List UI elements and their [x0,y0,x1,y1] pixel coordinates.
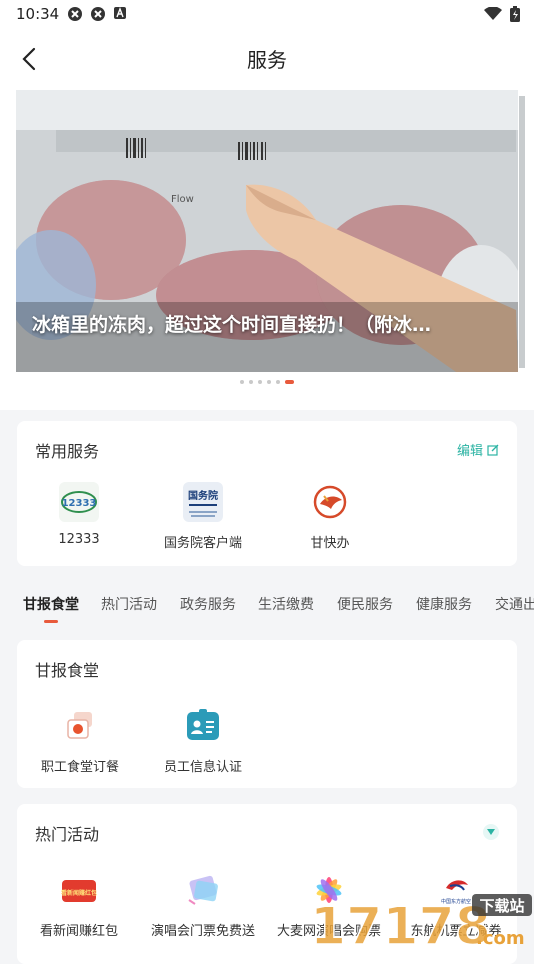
carousel-dot-active[interactable] [285,380,294,384]
next-banner-peek [519,96,525,368]
carousel-indicator [0,380,534,384]
service-label: 12333 [58,532,100,547]
activity-news-red-packet[interactable]: 看新闻赚红包 看新闻赚红包 [24,870,134,939]
watermark-number: 17178 [310,897,491,950]
status-bar: 10:34 [0,0,534,28]
common-services-title: 常用服务 [35,442,100,461]
app-notification-icon [91,7,105,21]
tab-hot-activities[interactable]: 热门活动 [101,594,157,614]
common-services-card: 常用服务 编辑 12333 12333 国务院 国务院客户端 甘快办 [17,421,517,566]
wifi-icon [484,7,502,20]
service-employee-verification[interactable]: 员工信息认证 [148,706,258,775]
carousel-dot[interactable] [249,380,253,384]
carousel-dot[interactable] [276,380,280,384]
service-meal-order[interactable]: 职工食堂订餐 [25,706,135,775]
banner-caption: 冰箱里的冻肉，超过这个时间直接扔！（附冰… [32,314,432,336]
header: 服务 [0,28,534,88]
concert-ticket-icon [183,870,223,910]
carousel-dot[interactable] [240,380,244,384]
service-label: 演唱会门票免费送 [150,924,255,939]
edit-button[interactable]: 编辑 [457,440,499,459]
id-card-icon [183,706,223,746]
service-label: 看新闻赚红包 [39,924,118,939]
canteen-card: 甘报食堂 职工食堂订餐 员工信息认证 [17,640,517,788]
meal-order-icon [60,706,100,746]
activity-concert-tickets[interactable]: 演唱会门票免费送 [148,870,258,939]
carousel-dot[interactable] [258,380,262,384]
collapse-button[interactable] [483,824,499,840]
tab-transportation[interactable]: 交通出行 [495,594,534,614]
banner-image[interactable]: Flow 冰箱里的冻肉，超过这个时间直接扔！（附冰… [16,90,518,372]
watermark-domain: .com [476,928,525,949]
carousel-dot[interactable] [267,380,271,384]
banner-carousel[interactable]: Flow 冰箱里的冻肉，超过这个时间直接扔！（附冰… [0,88,534,410]
edit-icon [487,444,499,456]
battery-icon [510,6,520,22]
gan-kuai-ban-icon [310,482,350,522]
state-council-app-icon: 国务院 [183,482,223,522]
site-watermark: 17178 下载站 .com [309,888,534,958]
tab-utility-payment[interactable]: 生活缴费 [258,594,314,614]
tab-gan-bao-canteen[interactable]: 甘报食堂 [23,594,79,614]
news-red-packet-icon: 看新闻赚红包 [59,870,99,910]
font-icon [114,7,126,19]
active-tab-indicator [44,620,58,623]
canteen-title: 甘报食堂 [35,661,100,680]
status-time: 10:34 [16,5,60,23]
chevron-down-icon [487,829,495,835]
notification-icons [67,6,127,22]
watermark-sub: 下载站 [479,897,524,915]
tab-health-services[interactable]: 健康服务 [416,594,472,614]
service-gan-kuai-ban[interactable]: 甘快办 [275,482,385,551]
state-council-icon-text: 国务院 [188,489,218,502]
hot-activities-title: 热门活动 [35,825,100,844]
service-label: 甘快办 [310,536,350,551]
tab-convenience-services[interactable]: 便民服务 [337,594,393,614]
edit-label: 编辑 [456,444,483,459]
12333-app-icon: 12333 [59,482,99,522]
news-red-packet-icon-text: 看新闻赚红包 [61,889,97,897]
service-12333[interactable]: 12333 12333 [24,482,134,547]
service-label: 国务院客户端 [163,536,242,551]
service-state-council[interactable]: 国务院 国务院客户端 [148,482,258,551]
category-tabs: 甘报食堂 热门活动 政务服务 生活缴费 便民服务 健康服务 交通出行 [0,588,534,628]
system-icons [484,6,520,22]
banner-flow-text: Flow [171,194,194,205]
service-label: 职工食堂订餐 [40,760,119,775]
app-notification-icon [68,7,82,21]
12333-icon-text: 12333 [62,498,97,509]
page-title: 服务 [247,48,287,72]
service-label: 员工信息认证 [163,760,242,775]
tab-government-services[interactable]: 政务服务 [180,594,236,614]
